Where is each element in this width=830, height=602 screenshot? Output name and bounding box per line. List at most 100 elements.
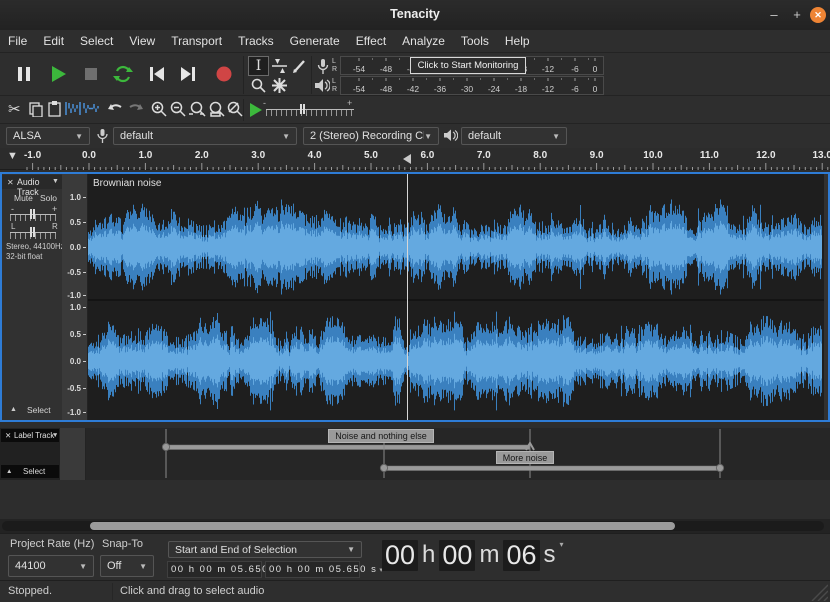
- track-control-panel: ✕ Audio Track ▼ Mute Solo - + L R Stereo…: [2, 174, 62, 420]
- snap-to-dropdown[interactable]: Off▼: [100, 555, 154, 577]
- multi-tool-button[interactable]: [270, 76, 289, 94]
- horizontal-scrollbar[interactable]: [0, 519, 830, 533]
- vertical-ruler[interactable]: 1.00.50.0-0.5-1.01.00.50.0-0.5-1.0: [62, 174, 88, 420]
- big-time-digits[interactable]: 00: [439, 540, 475, 571]
- menu-item-effect[interactable]: Effect: [348, 30, 394, 48]
- playback-meter[interactable]: -54-48-42-36-30-24-18-12-60: [340, 76, 604, 95]
- menu-item-help[interactable]: Help: [497, 30, 538, 48]
- zoom-tool-button[interactable]: [249, 76, 268, 94]
- track-menu-chevron-icon[interactable]: ▼: [52, 178, 59, 185]
- close-button[interactable]: ✕: [810, 7, 826, 23]
- label-text-box[interactable]: More noise: [496, 451, 554, 464]
- device-toolbar: ALSA▼ default▼ 2 (Stereo) Recording Cha.…: [0, 124, 830, 147]
- play-speed-slider-thumb[interactable]: [300, 104, 305, 114]
- big-time-digits[interactable]: 06: [503, 540, 539, 571]
- label-track[interactable]: ✕ Label Track ▼ ▲ Select Noise and nothi…: [0, 428, 830, 480]
- track-select-button[interactable]: Select: [27, 405, 51, 415]
- selection-start-field[interactable]: 00 h 00 m 05.650 s▾: [167, 561, 262, 578]
- fit-project-icon: [207, 100, 227, 118]
- cut-icon: ✂: [8, 101, 21, 118]
- envelope-tool-button[interactable]: [270, 57, 289, 75]
- solo-button[interactable]: Solo: [40, 193, 57, 203]
- play-button[interactable]: [48, 64, 68, 84]
- zoom-out-button[interactable]: [169, 100, 187, 118]
- skip-to-end-button[interactable]: [178, 64, 198, 84]
- menu-item-tools[interactable]: Tools: [453, 30, 497, 48]
- chevron-down-icon: ▼: [139, 562, 147, 571]
- chevron-down-icon[interactable]: ▾: [560, 540, 564, 549]
- project-rate-label: Project Rate (Hz): [10, 538, 94, 550]
- audio-position-display[interactable]: 00h00m06s▾: [382, 536, 564, 574]
- draw-tool-icon: [292, 58, 308, 74]
- stop-button[interactable]: [81, 64, 101, 84]
- big-time-digits[interactable]: 00: [382, 540, 418, 571]
- record-button[interactable]: [214, 64, 234, 84]
- monitoring-tooltip[interactable]: Click to Start Monitoring: [410, 57, 526, 74]
- pan-slider-thumb[interactable]: [30, 227, 35, 237]
- undo-button[interactable]: [106, 101, 124, 116]
- menu-item-transport[interactable]: Transport: [163, 30, 230, 48]
- audio-host-dropdown[interactable]: ALSA▼: [6, 127, 90, 145]
- zoom-in-button[interactable]: [150, 100, 168, 118]
- silence-audio-button[interactable]: [82, 101, 100, 116]
- audio-host-value: ALSA: [13, 130, 41, 142]
- audio-track[interactable]: ✕ Audio Track ▼ Mute Solo - + L R Stereo…: [0, 172, 830, 422]
- pause-button[interactable]: [14, 64, 34, 84]
- scrollbar-thumb[interactable]: [90, 522, 675, 530]
- big-time-unit[interactable]: s: [540, 541, 560, 569]
- timeline-label: 7.0: [467, 150, 501, 161]
- track-header[interactable]: ✕ Audio Track ▼: [2, 175, 62, 189]
- clip-name[interactable]: Brownian noise: [93, 178, 161, 189]
- loop-button[interactable]: [112, 63, 134, 85]
- fit-selection-button[interactable]: [188, 100, 208, 118]
- selection-tool-button[interactable]: I: [249, 57, 268, 75]
- selection-mode-dropdown[interactable]: Start and End of Selection▼: [168, 541, 362, 558]
- skip-to-start-icon: [147, 64, 167, 84]
- selection-end-field[interactable]: 00 h 00 m 05.650 s▾: [265, 561, 360, 578]
- recording-device-mic-icon: [96, 128, 109, 144]
- menu-item-analyze[interactable]: Analyze: [394, 30, 453, 48]
- mute-button[interactable]: Mute: [14, 193, 33, 203]
- recording-device-dropdown[interactable]: default▼: [113, 127, 297, 145]
- skip-to-start-button[interactable]: [147, 64, 167, 84]
- gain-slider-thumb[interactable]: [30, 209, 35, 219]
- big-time-unit[interactable]: m: [475, 541, 503, 569]
- menu-item-edit[interactable]: Edit: [35, 30, 72, 48]
- close-track-icon[interactable]: ✕: [7, 178, 14, 187]
- zoom-toggle-button[interactable]: [226, 100, 244, 118]
- menu-item-tracks[interactable]: Tracks: [230, 30, 282, 48]
- maximize-button[interactable]: +: [789, 7, 805, 23]
- paste-button[interactable]: [47, 100, 62, 117]
- cut-button[interactable]: ✂: [8, 100, 21, 118]
- timeline-ruler[interactable]: ▼ -1.00.01.02.03.04.05.06.07.08.09.010.0…: [0, 148, 830, 170]
- waveform-area[interactable]: Brownian noise: [88, 174, 824, 420]
- playback-device-dropdown[interactable]: default▼: [461, 127, 567, 145]
- project-rate-dropdown[interactable]: 44100▼: [8, 555, 94, 577]
- menu-item-file[interactable]: File: [0, 30, 35, 48]
- fit-project-button[interactable]: [207, 100, 227, 118]
- resize-grip[interactable]: [806, 583, 828, 601]
- playback-device-value: default: [468, 130, 501, 142]
- selection-mode-value: Start and End of Selection: [175, 544, 297, 556]
- title-bar[interactable]: Tenacity – + ✕: [0, 0, 830, 30]
- label-text-box[interactable]: Noise and nothing else: [328, 429, 434, 443]
- menu-item-generate[interactable]: Generate: [282, 30, 348, 48]
- collapse-track-icon[interactable]: ▲: [10, 406, 17, 413]
- track-format-line2: 32-bit float: [6, 252, 42, 261]
- copy-button[interactable]: [28, 101, 44, 117]
- menu-item-select[interactable]: Select: [72, 30, 121, 48]
- play-speed-slider[interactable]: [266, 109, 354, 116]
- trim-audio-button[interactable]: [64, 101, 82, 116]
- vruler-tick: [83, 334, 86, 335]
- recording-channels-dropdown[interactable]: 2 (Stereo) Recording Cha...▼: [303, 127, 439, 145]
- vruler-tick: [83, 388, 86, 389]
- timeline-label: 13.0: [805, 150, 830, 161]
- redo-button[interactable]: [127, 101, 145, 116]
- menu-item-view[interactable]: View: [121, 30, 163, 48]
- redo-icon: [127, 101, 145, 116]
- minimize-button[interactable]: –: [766, 7, 782, 23]
- play-at-speed-button[interactable]: [247, 102, 263, 118]
- draw-tool-button[interactable]: [290, 57, 309, 75]
- toolbar-row-1: I L R -54-48-42-36-30-24-18-12-60 L R -5…: [0, 52, 830, 96]
- big-time-unit[interactable]: h: [418, 541, 439, 569]
